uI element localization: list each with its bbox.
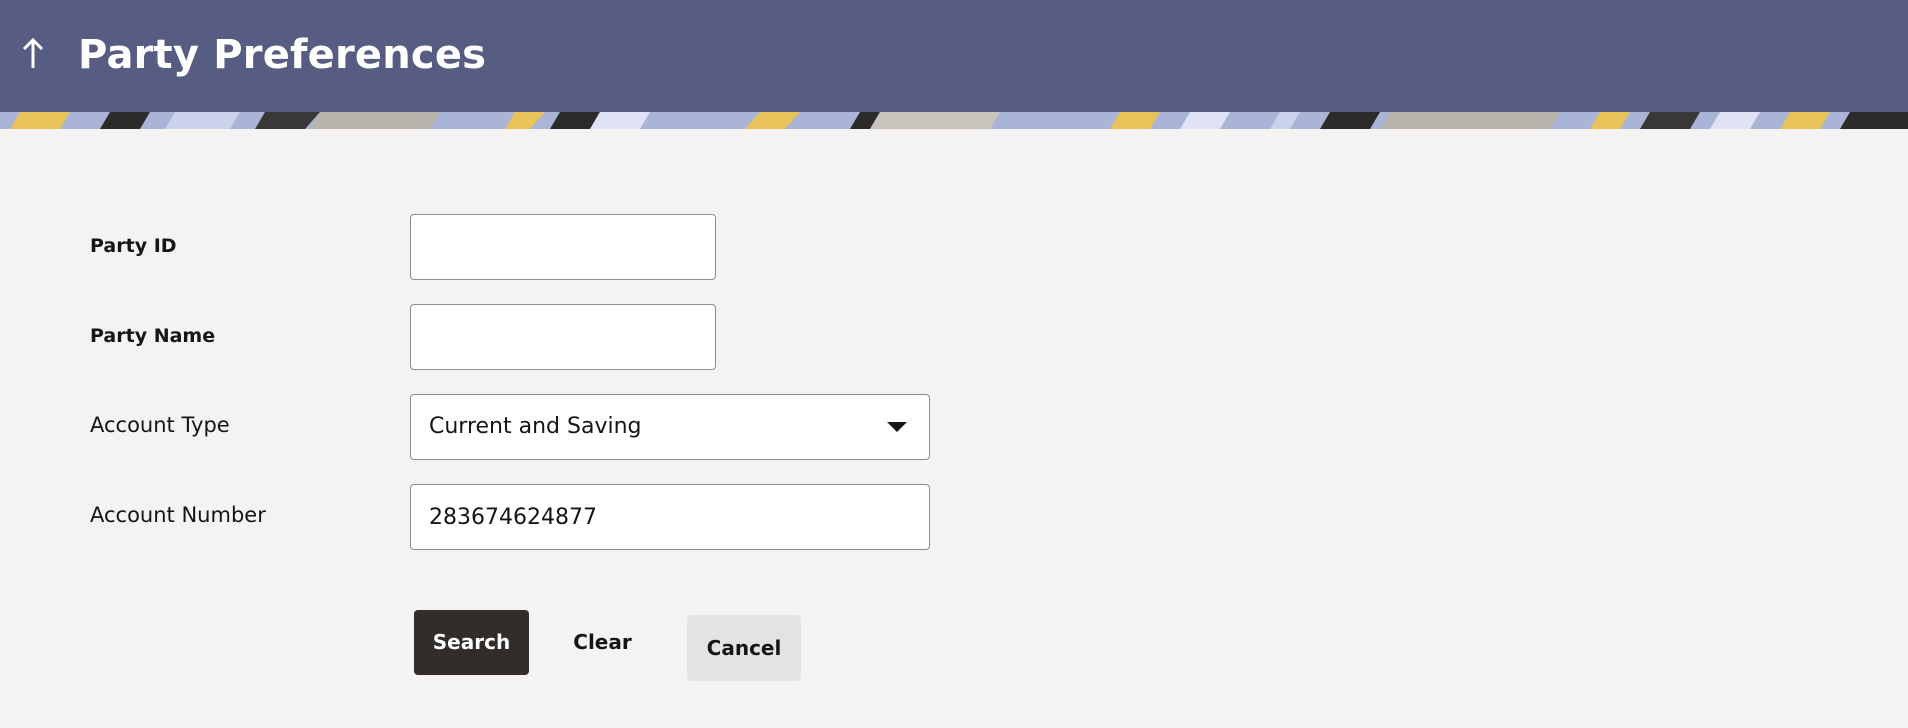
party-name-label: Party Name bbox=[90, 325, 216, 347]
arrow-up-icon[interactable] bbox=[18, 34, 48, 74]
account-type-select[interactable]: Current and Saving bbox=[410, 394, 930, 460]
banner-pattern bbox=[0, 112, 1908, 129]
cancel-button[interactable]: Cancel bbox=[687, 615, 801, 681]
search-button[interactable]: Search bbox=[414, 610, 529, 675]
chevron-down-icon bbox=[887, 422, 907, 432]
account-number-label: Account Number bbox=[90, 503, 266, 527]
clear-button[interactable]: Clear bbox=[560, 610, 645, 675]
account-type-label: Account Type bbox=[90, 413, 230, 437]
page-header: Party Preferences bbox=[0, 0, 1908, 112]
account-type-selected-value: Current and Saving bbox=[429, 414, 642, 439]
party-id-input[interactable] bbox=[410, 214, 716, 280]
party-id-label: Party ID bbox=[90, 235, 177, 257]
account-number-input[interactable] bbox=[410, 484, 930, 550]
page-title: Party Preferences bbox=[78, 32, 487, 78]
party-name-input[interactable] bbox=[410, 304, 716, 370]
decorative-banner bbox=[0, 112, 1908, 129]
